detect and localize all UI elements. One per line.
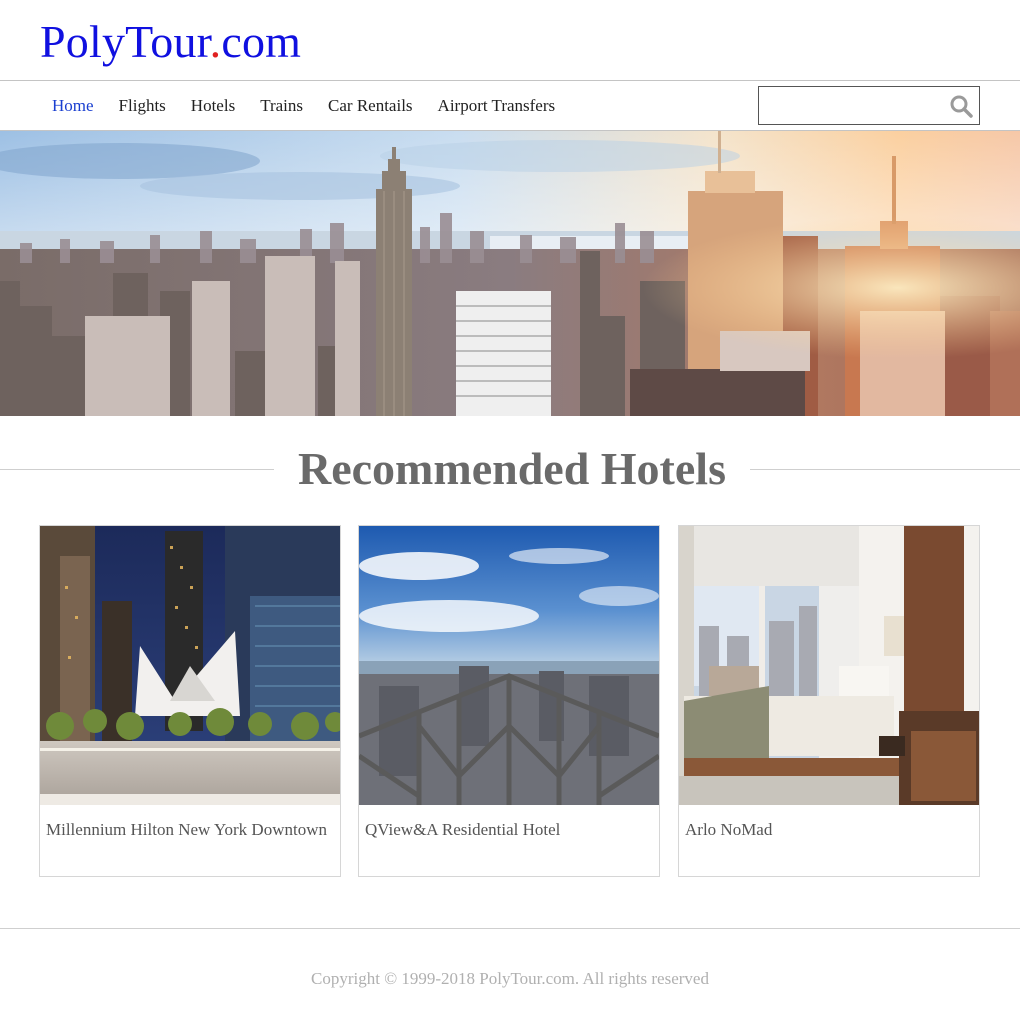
hotel-name[interactable]: QView&A Residential Hotel [365,819,650,841]
search-box [758,86,980,125]
hotel-photo[interactable] [40,526,340,805]
footer-divider [0,928,1020,929]
recommended-hotels-header: Recommended Hotels [0,440,1020,498]
site-logo[interactable]: PolyTour.com [40,14,301,70]
hero-banner [0,131,1020,416]
logo-dot: . [209,16,222,67]
hero-city-skyline-image [0,131,1020,416]
hotel-card-arlo-nomad[interactable]: Arlo NoMad [678,525,980,877]
logo-main: PolyTour [40,16,210,67]
footer-copyright: Copyright © 1999-2018 PolyTour.com. All … [311,969,709,988]
hotel-card-millennium-hilton[interactable]: Millennium Hilton New York Downtown [39,525,341,877]
nav-item-hotels[interactable]: Hotels [191,96,235,116]
nav-item-car-rentals[interactable]: Car Rentails [328,96,413,116]
nav-menu: Home Flights Hotels Trains Car Rentails … [52,81,580,130]
hotel-card-qview-residential[interactable]: QView&A Residential Hotel [358,525,660,877]
main-navbar: Home Flights Hotels Trains Car Rentails … [0,80,1020,131]
hotel-name[interactable]: Arlo NoMad [685,819,970,841]
heading-divider-left [0,469,274,470]
hotel-photo[interactable] [359,526,659,805]
logo-tld: com [221,16,302,67]
nav-item-airport-transfers[interactable]: Airport Transfers [438,96,556,116]
heading-divider-right [750,469,1020,470]
nav-item-trains[interactable]: Trains [260,96,303,116]
hotel-photo[interactable] [679,526,979,805]
search-icon[interactable] [949,94,973,118]
section-title: Recommended Hotels [298,443,726,494]
search-input[interactable] [765,93,945,118]
nav-item-flights[interactable]: Flights [119,96,166,116]
nav-item-home[interactable]: Home [52,96,94,116]
hotel-name[interactable]: Millennium Hilton New York Downtown [46,819,331,841]
